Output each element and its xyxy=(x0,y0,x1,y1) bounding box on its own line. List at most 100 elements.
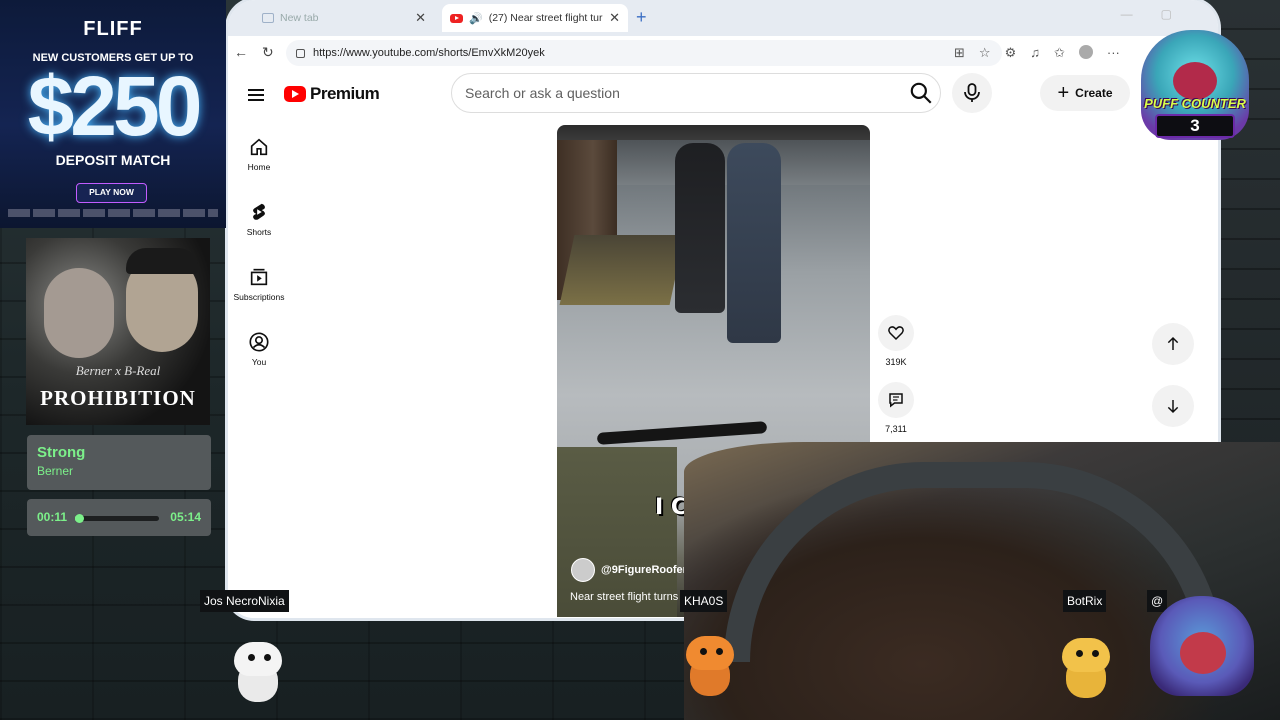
tab-bar: New tab ✕ 🔊 (27) Near street flight turn… xyxy=(228,0,1218,36)
total-time: 05:14 xyxy=(170,510,201,524)
album-artists: Berner x B-Real xyxy=(75,363,161,378)
tab-title: New tab xyxy=(280,12,319,24)
account-icon xyxy=(249,332,269,352)
window-controls: — ▢ xyxy=(1121,7,1172,21)
orange-cat-avatar xyxy=(682,636,738,700)
previous-short-button[interactable] xyxy=(1152,323,1194,365)
search-placeholder: Search or ask a question xyxy=(465,85,620,101)
new-tab-page-icon xyxy=(262,13,274,23)
video-frame-planter xyxy=(559,235,685,305)
url-field[interactable]: https://www.youtube.com/shorts/EmvXkM20y… xyxy=(286,40,1002,66)
speaker-icon[interactable]: 🔊 xyxy=(469,12,483,25)
back-icon[interactable]: ← xyxy=(234,44,248,60)
microphone-icon xyxy=(964,83,980,102)
comments-button[interactable] xyxy=(878,382,914,418)
sidebar-item-subscriptions[interactable]: Subscriptions xyxy=(228,266,290,302)
search-icon[interactable] xyxy=(908,80,934,106)
video-frame-person xyxy=(675,143,725,313)
extensions-icon[interactable]: ⚙ xyxy=(1005,45,1017,61)
song-title: Strong xyxy=(37,444,86,461)
next-short-button[interactable] xyxy=(1152,385,1194,427)
profile-avatar[interactable] xyxy=(1078,45,1093,59)
close-tab-icon[interactable]: ✕ xyxy=(609,10,620,26)
puff-counter-label: PUFF COUNTER xyxy=(1144,96,1246,111)
site-info-icon[interactable] xyxy=(296,48,305,58)
sponsor-ad: FLIFF NEW CUSTOMERS GET UP TO $250 DEPOS… xyxy=(0,0,226,228)
create-button[interactable]: + Create xyxy=(1040,75,1130,111)
chat-name-tag: Jos NecroNixia xyxy=(200,590,289,612)
more-menu-icon[interactable]: ··· xyxy=(1107,45,1120,61)
sidebar-item-shorts[interactable]: Shorts xyxy=(228,201,290,237)
video-frame-handlebar xyxy=(596,421,768,445)
guide-menu-icon[interactable] xyxy=(248,86,264,104)
ad-amount: $250 xyxy=(27,59,203,153)
white-cat-avatar xyxy=(230,642,286,706)
youtube-favicon-icon xyxy=(450,13,463,23)
song-progress-panel: 00:11 05:14 xyxy=(27,499,211,536)
browser-toolbar: ⊞ ☆ ⚙ ♫ ✩ ··· xyxy=(954,45,1120,61)
now-playing-panel: Strong Berner xyxy=(27,435,211,490)
youtube-play-logo-icon xyxy=(284,86,306,102)
comment-icon xyxy=(889,393,903,408)
song-progress-knob xyxy=(75,514,84,523)
reload-icon[interactable]: ↻ xyxy=(262,44,274,61)
ad-fine-print xyxy=(8,209,218,217)
sidebar-item-home[interactable]: Home xyxy=(228,136,290,172)
favorites-icon[interactable]: ✩ xyxy=(1054,45,1065,61)
minimize-icon[interactable]: — xyxy=(1121,7,1133,21)
tab-title: (27) Near street flight turns in xyxy=(488,12,603,24)
subscriptions-icon xyxy=(250,268,268,286)
album-art-cap xyxy=(126,248,198,274)
short-title[interactable]: Near street flight turns xyxy=(570,591,678,603)
heart-icon xyxy=(888,326,904,341)
song-artist: Berner xyxy=(37,464,74,478)
puff-counter-widget: PUFF COUNTER 3 xyxy=(1133,22,1257,150)
album-art-face xyxy=(44,268,114,358)
ad-brand: FLIFF xyxy=(83,18,143,40)
sidebar-item-label: Home xyxy=(247,162,271,172)
create-label: Create xyxy=(1075,86,1113,100)
channel-handle[interactable]: @9FigureRoofer xyxy=(601,564,687,576)
close-tab-icon[interactable]: ✕ xyxy=(415,10,426,26)
comment-action[interactable]: 7,311 xyxy=(878,382,914,434)
sidebar-item-label: Shorts xyxy=(246,227,272,237)
elapsed-time: 00:11 xyxy=(37,510,68,524)
sidebar-item-you[interactable]: You xyxy=(228,331,290,367)
sidebar-item-label: Subscriptions xyxy=(233,292,285,302)
channel-avatar[interactable] xyxy=(571,558,595,582)
chat-name-tag: KHA0S xyxy=(680,590,728,612)
shorts-icon xyxy=(253,203,265,220)
song-progress-bar xyxy=(75,514,159,523)
home-icon xyxy=(250,138,268,156)
logo-text: Premium xyxy=(310,84,380,103)
chat-name-tag: BotRix xyxy=(1063,590,1107,612)
like-button[interactable] xyxy=(878,315,914,351)
voice-search-button[interactable] xyxy=(952,73,992,113)
ad-subheadline: DEPOSIT MATCH xyxy=(55,152,171,168)
new-tab-button[interactable]: + xyxy=(636,7,647,28)
album-title: PROHIBITION xyxy=(40,386,196,410)
favorite-star-icon[interactable]: ☆ xyxy=(979,45,991,61)
puff-counter-value: 3 xyxy=(1155,114,1235,138)
chat-name-tag: @ xyxy=(1147,590,1168,612)
like-action[interactable]: 319K xyxy=(878,315,914,367)
arrow-up-icon xyxy=(1167,336,1179,350)
arrow-down-icon xyxy=(1167,400,1179,414)
ghost-monster-avatar xyxy=(1150,596,1254,696)
address-bar: ← ↻ https://www.youtube.com/shorts/EmvXk… xyxy=(228,36,1218,70)
ghost-mouth xyxy=(1180,632,1226,674)
yellow-cat-avatar xyxy=(1058,638,1114,702)
search-input[interactable]: Search or ask a question xyxy=(451,73,941,113)
ad-play-now-button: PLAY NOW xyxy=(76,183,147,203)
maximize-icon[interactable]: ▢ xyxy=(1161,7,1172,21)
media-control-icon[interactable]: ♫ xyxy=(1030,45,1040,61)
comment-count: 7,311 xyxy=(885,424,907,434)
video-frame-person xyxy=(727,143,781,343)
album-art: Berner x B-Real PROHIBITION xyxy=(26,238,210,425)
plus-icon: + xyxy=(1057,82,1070,104)
youtube-logo[interactable]: Premium xyxy=(284,84,380,104)
app-available-icon[interactable]: ⊞ xyxy=(954,45,965,61)
short-channel[interactable]: @9FigureRoofer xyxy=(571,558,687,582)
tab-new-tab[interactable]: New tab ✕ xyxy=(254,4,434,32)
tab-youtube-short[interactable]: 🔊 (27) Near street flight turns in ✕ xyxy=(442,4,628,32)
